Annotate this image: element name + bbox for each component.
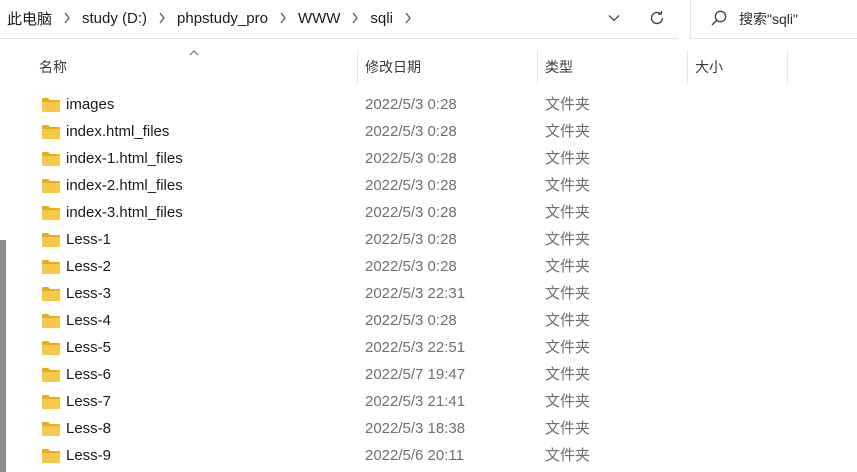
address-bar[interactable]: 此电脑 study (D:) phpstudy_pro WWW sqli [0,0,678,39]
file-modified-date: 2022/5/3 0:28 [365,204,457,221]
file-name: Less-4 [66,312,112,329]
list-item[interactable]: Less-3 2022/5/3 22:31 文件夹 [0,280,857,307]
breadcrumb-separator-icon[interactable] [268,12,298,24]
file-modified-date: 2022/5/3 0:28 [365,231,457,248]
sort-ascending-icon [189,50,199,56]
list-item[interactable]: index-2.html_files 2022/5/3 0:28 文件夹 [0,172,857,199]
file-type: 文件夹 [545,231,591,248]
breadcrumb-separator-icon[interactable] [340,12,370,24]
search-input[interactable] [739,8,849,30]
file-type: 文件夹 [545,447,591,464]
file-modified-date: 2022/5/3 22:31 [365,285,466,302]
file-name: Less-7 [66,393,112,410]
file-type: 文件夹 [545,96,591,113]
column-divider[interactable] [787,50,788,84]
file-type: 文件夹 [545,258,591,275]
breadcrumb-separator-icon[interactable] [52,12,82,24]
list-item[interactable]: Less-4 2022/5/3 0:28 文件夹 [0,307,857,334]
list-item[interactable]: images 2022/5/3 0:28 文件夹 [0,91,857,118]
breadcrumb-sqli[interactable]: sqli [370,10,393,27]
column-header-row: 名称 修改日期 类型 大小 [0,48,857,86]
list-item[interactable]: Less-1 2022/5/3 0:28 文件夹 [0,226,857,253]
folder-icon [42,422,60,436]
breadcrumb-separator-icon[interactable] [147,12,177,24]
folder-icon [42,233,60,247]
address-dropdown-icon[interactable] [604,8,624,28]
file-name: Less-3 [66,285,112,302]
list-item[interactable]: Less-2 2022/5/3 0:28 文件夹 [0,253,857,280]
list-item[interactable]: Less-6 2022/5/7 19:47 文件夹 [0,361,857,388]
file-name: index-3.html_files [66,204,183,221]
search-icon [711,10,727,26]
column-divider[interactable] [357,50,358,84]
folder-icon [42,341,60,355]
file-type: 文件夹 [545,123,591,140]
refresh-icon[interactable] [646,7,668,29]
folder-icon [42,98,60,112]
file-type: 文件夹 [545,150,591,167]
breadcrumb-this-pc[interactable]: 此电脑 [7,8,52,29]
file-name: index.html_files [66,123,170,140]
list-item[interactable]: index-3.html_files 2022/5/3 0:28 文件夹 [0,199,857,226]
breadcrumb: 此电脑 study (D:) phpstudy_pro WWW sqli [7,0,423,36]
file-modified-date: 2022/5/3 18:38 [365,420,466,437]
navigation-bar: 此电脑 study (D:) phpstudy_pro WWW sqli [0,0,857,40]
column-divider[interactable] [537,50,538,84]
folder-icon [42,125,60,139]
folder-icon [42,449,60,463]
breadcrumb-drive[interactable]: study (D:) [82,10,147,27]
file-name: images [66,96,115,113]
file-modified-date: 2022/5/3 0:28 [365,96,457,113]
file-type: 文件夹 [545,420,591,437]
folder-icon [42,368,60,382]
file-name: Less-9 [66,447,112,464]
file-name: Less-8 [66,420,112,437]
list-item[interactable]: index.html_files 2022/5/3 0:28 文件夹 [0,118,857,145]
scrollbar[interactable] [0,240,6,472]
column-header-type[interactable]: 类型 [539,48,685,86]
file-modified-date: 2022/5/3 0:28 [365,312,457,329]
list-item[interactable]: index-1.html_files 2022/5/3 0:28 文件夹 [0,145,857,172]
file-name: index-2.html_files [66,177,183,194]
folder-icon [42,179,60,193]
folder-icon [42,287,60,301]
file-name: Less-6 [66,366,112,383]
file-name: Less-1 [66,231,112,248]
file-type: 文件夹 [545,339,591,356]
breadcrumb-phpstudy[interactable]: phpstudy_pro [177,10,268,27]
list-item[interactable]: Less-9 2022/5/6 20:11 文件夹 [0,442,857,469]
file-type: 文件夹 [545,312,591,329]
file-modified-date: 2022/5/3 0:28 [365,177,457,194]
file-modified-date: 2022/5/3 0:28 [365,258,457,275]
list-item[interactable]: Less-7 2022/5/3 21:41 文件夹 [0,388,857,415]
file-type: 文件夹 [545,285,591,302]
file-modified-date: 2022/5/3 22:51 [365,339,466,356]
breadcrumb-www[interactable]: WWW [298,10,340,27]
list-item[interactable]: Less-8 2022/5/3 18:38 文件夹 [0,415,857,442]
column-header-date[interactable]: 修改日期 [359,48,535,86]
file-modified-date: 2022/5/7 19:47 [365,366,466,383]
column-header-size[interactable]: 大小 [689,48,785,86]
file-name: Less-2 [66,258,112,275]
file-type: 文件夹 [545,393,591,410]
list-item[interactable]: Less-5 2022/5/3 22:51 文件夹 [0,334,857,361]
file-name: index-1.html_files [66,150,183,167]
folder-icon [42,314,60,328]
file-modified-date: 2022/5/3 0:28 [365,150,457,167]
folder-icon [42,260,60,274]
column-divider[interactable] [687,50,688,84]
folder-icon [42,206,60,220]
file-modified-date: 2022/5/3 21:41 [365,393,466,410]
file-type: 文件夹 [545,366,591,383]
file-name: Less-5 [66,339,112,356]
file-modified-date: 2022/5/3 0:28 [365,123,457,140]
file-type: 文件夹 [545,177,591,194]
file-type: 文件夹 [545,204,591,221]
search-box[interactable] [690,0,857,39]
folder-icon [42,395,60,409]
file-modified-date: 2022/5/6 20:11 [365,447,464,464]
breadcrumb-separator-icon[interactable] [393,12,423,24]
folder-icon [42,152,60,166]
